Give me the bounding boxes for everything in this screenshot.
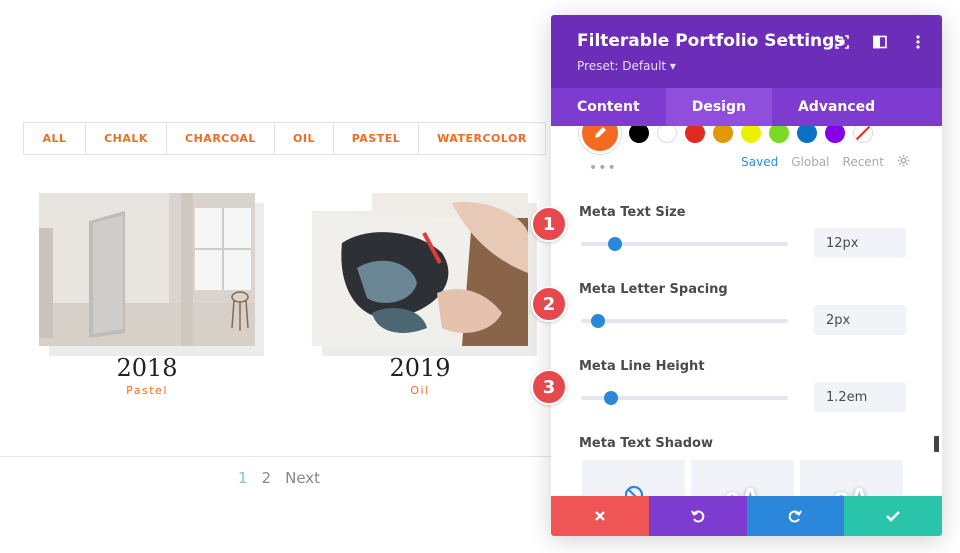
redo-icon	[789, 510, 803, 523]
discard-button[interactable]	[551, 496, 649, 536]
panel-footer	[551, 496, 942, 536]
field-label-meta-letter-spacing: Meta Letter Spacing	[579, 282, 728, 297]
pagination: 1 2 Next	[238, 469, 320, 487]
portfolio-item-title[interactable]: 2018	[39, 354, 255, 382]
portfolio-filter-bar: ALL CHALK CHARCOAL OIL PASTEL WATERCOLOR	[23, 122, 546, 155]
filter-all[interactable]: ALL	[24, 123, 86, 154]
color-swatch-purple[interactable]	[825, 126, 845, 143]
page-1-link[interactable]: 1	[238, 469, 248, 487]
undo-icon	[690, 510, 704, 523]
fullscreen-icon[interactable]	[832, 34, 852, 50]
palette-tabs: Saved Global Recent	[741, 154, 910, 170]
panel-header: Filterable Portfolio Settings Preset: De…	[551, 15, 942, 88]
tab-content[interactable]: Content	[551, 88, 666, 126]
slider-handle[interactable]	[591, 314, 605, 328]
text-shadow-preset-1[interactable]: aA	[691, 460, 794, 496]
palette-tab-saved[interactable]: Saved	[741, 155, 778, 169]
page-2-link[interactable]: 2	[262, 469, 272, 487]
panel-title: Filterable Portfolio Settings	[577, 31, 845, 51]
edit-icon	[595, 127, 606, 138]
undo-button[interactable]	[648, 496, 747, 536]
filter-charcoal[interactable]: CHARCOAL	[167, 123, 275, 154]
color-swatch-black[interactable]	[629, 126, 649, 143]
palette-tab-recent[interactable]: Recent	[843, 155, 884, 169]
portfolio-item[interactable]: 2019 Oil	[312, 193, 542, 397]
panel-scrollbar[interactable]	[934, 436, 939, 452]
split-view-icon[interactable]	[870, 34, 890, 50]
portfolio-thumbnail[interactable]	[39, 193, 255, 346]
tab-design[interactable]: Design	[665, 88, 772, 126]
tab-advanced[interactable]: Advanced	[772, 88, 901, 126]
close-icon	[595, 511, 605, 521]
portfolio-thumbnail[interactable]	[312, 193, 528, 346]
color-swatch-red[interactable]	[685, 126, 705, 143]
meta-line-height-slider[interactable]	[581, 391, 788, 405]
kebab-menu-icon[interactable]	[908, 34, 928, 50]
preset-dropdown[interactable]: Preset: Default ▾	[577, 59, 676, 73]
divider	[0, 456, 551, 457]
settings-tabs: Content Design Advanced	[551, 88, 942, 126]
color-palette	[579, 126, 873, 154]
step-badge-2: 2	[531, 286, 567, 322]
current-color-swatch[interactable]	[579, 126, 621, 154]
check-icon	[886, 511, 901, 522]
filter-watercolor[interactable]: WATERCOLOR	[419, 123, 545, 154]
meta-text-size-slider[interactable]	[581, 237, 788, 251]
portfolio-item[interactable]: 2018 Pastel	[39, 193, 269, 397]
slider-handle[interactable]	[608, 237, 622, 251]
filter-pastel[interactable]: PASTEL	[334, 123, 419, 154]
text-shadow-options: aA aA	[582, 460, 903, 496]
text-shadow-none-option[interactable]	[582, 460, 685, 496]
field-label-meta-text-size: Meta Text Size	[579, 205, 686, 220]
text-shadow-preset-2[interactable]: aA	[800, 460, 903, 496]
meta-letter-spacing-input[interactable]: 2px	[814, 305, 906, 335]
color-swatch-orange[interactable]	[713, 126, 733, 143]
slider-handle[interactable]	[604, 391, 618, 405]
color-swatch-yellow[interactable]	[741, 126, 761, 143]
next-page-link[interactable]: Next	[285, 469, 320, 487]
meta-text-size-input[interactable]: 12px	[814, 228, 906, 258]
portfolio-item-category[interactable]: Oil	[312, 384, 528, 397]
step-badge-1: 1	[531, 206, 567, 242]
filter-chalk[interactable]: CHALK	[86, 123, 167, 154]
palette-tab-global[interactable]: Global	[791, 155, 829, 169]
portfolio-item-category[interactable]: Pastel	[39, 384, 255, 397]
field-label-meta-text-shadow: Meta Text Shadow	[579, 436, 713, 451]
more-colors-button[interactable]: •••	[589, 160, 617, 176]
color-swatch-green[interactable]	[769, 126, 789, 143]
redo-button[interactable]	[746, 496, 845, 536]
no-shadow-icon	[624, 485, 643, 496]
module-settings-panel: Filterable Portfolio Settings Preset: De…	[551, 15, 942, 536]
filter-oil[interactable]: OIL	[275, 123, 334, 154]
meta-line-height-input[interactable]: 1.2em	[814, 382, 906, 412]
step-badge-3: 3	[531, 369, 567, 405]
settings-body: ••• Saved Global Recent Meta Text Size 1…	[551, 126, 942, 496]
color-swatch-white[interactable]	[657, 126, 677, 143]
color-swatch-clear[interactable]	[853, 126, 873, 143]
meta-letter-spacing-slider[interactable]	[581, 314, 788, 328]
gear-icon[interactable]	[897, 154, 910, 170]
color-swatch-blue[interactable]	[797, 126, 817, 143]
field-label-meta-line-height: Meta Line Height	[579, 359, 705, 374]
save-button[interactable]	[844, 496, 942, 536]
portfolio-item-title[interactable]: 2019	[312, 354, 528, 382]
